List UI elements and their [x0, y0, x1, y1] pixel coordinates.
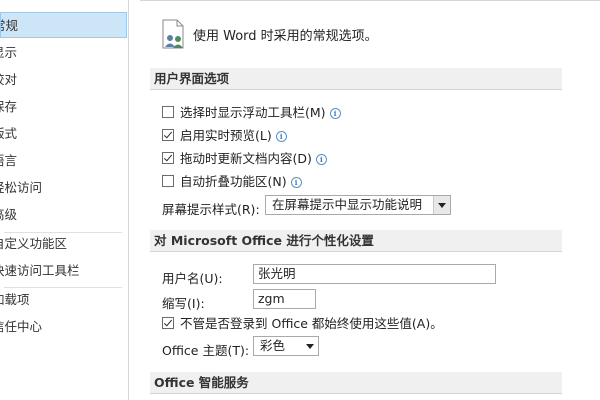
sidebar-item-label: 常规	[1, 18, 19, 33]
update-on-drag-label: 拖动时更新文档内容(D)	[180, 151, 312, 166]
collapse-ribbon-label: 自动折叠功能区(N)	[180, 174, 287, 189]
sidebar-item-advanced[interactable]: 高级	[0, 202, 127, 228]
update-on-drag-checkbox[interactable]	[162, 152, 174, 164]
options-people-icon	[162, 19, 184, 49]
sidebar-item-label: 轻松访问	[0, 180, 43, 195]
live-preview-checkbox[interactable]	[162, 129, 174, 141]
sidebar-item-label: 自定义功能区	[0, 236, 68, 251]
section-ui-options: 用户界面选项	[150, 68, 562, 90]
sidebar-item-proofing[interactable]: 校对	[0, 67, 127, 93]
screentip-style-label: 屏幕提示样式(R):	[162, 202, 260, 217]
chevron-down-icon[interactable]	[433, 196, 450, 214]
sidebar-item-label: 快速访问工具栏	[0, 263, 80, 278]
floating-toolbar-label: 选择时显示浮动工具栏(M)	[180, 105, 326, 120]
sidebar-item-label: 语言	[0, 153, 18, 168]
username-label: 用户名(U):	[162, 271, 223, 286]
office-theme-value: 彩色	[260, 338, 286, 353]
collapse-ribbon-checkbox[interactable]	[162, 175, 174, 187]
sidebar-item-trust-center[interactable]: 信任中心	[0, 314, 127, 340]
section-intelligent-services: Office 智能服务	[150, 372, 562, 394]
sidebar-item-label: 信任中心	[0, 319, 43, 334]
sidebar-item-save[interactable]: 保存	[0, 94, 127, 120]
live-preview-label: 启用实时预览(L)	[180, 128, 272, 143]
sidebar-item-language[interactable]: 语言	[0, 148, 127, 174]
always-use-checkbox[interactable]	[162, 317, 174, 329]
info-icon[interactable]: i	[290, 177, 302, 188]
screentip-style-value: 在屏幕提示中显示功能说明	[272, 197, 423, 212]
initials-label: 缩写(I):	[162, 296, 205, 311]
office-theme-label: Office 主题(T):	[162, 343, 250, 358]
sidebar-item-label: 版式	[0, 126, 18, 141]
screentip-style-dropdown[interactable]: 在屏幕提示中显示功能说明	[265, 195, 451, 215]
section-personalize: 对 Microsoft Office 进行个性化设置	[150, 230, 562, 252]
sidebar-item-general[interactable]: 常规	[0, 12, 127, 38]
top-divider	[140, 0, 600, 1]
username-input[interactable]: 张光明	[253, 264, 496, 284]
options-sidebar: 常规 显示 校对 保存 版式 语言 轻松访问 高级 自定义功能区 快速访问工具栏…	[0, 0, 129, 400]
options-main-panel: 使用 Word 时采用的常规选项。 用户界面选项 选择时显示浮动工具栏(M) i …	[140, 0, 600, 400]
floating-toolbar-checkbox[interactable]	[162, 106, 174, 118]
sidebar-item-add-ins[interactable]: 加载项	[0, 287, 127, 313]
info-icon[interactable]: i	[275, 131, 287, 142]
initials-input[interactable]: zgm	[253, 289, 316, 309]
sidebar-item-label: 保存	[0, 99, 18, 114]
always-use-label: 不管是否登录到 Office 都始终使用这些值(A)。	[180, 316, 443, 331]
info-icon[interactable]: i	[315, 154, 327, 165]
office-theme-dropdown[interactable]: 彩色	[253, 336, 319, 356]
sidebar-item-label: 校对	[0, 72, 18, 87]
sidebar-item-typography[interactable]: 版式	[0, 121, 127, 147]
sidebar-item-accessibility[interactable]: 轻松访问	[0, 175, 127, 201]
chevron-down-icon[interactable]	[302, 337, 318, 355]
header-description: 使用 Word 时采用的常规选项。	[193, 29, 378, 44]
sidebar-item-display[interactable]: 显示	[0, 40, 127, 66]
sidebar-item-label: 加载项	[0, 292, 30, 307]
sidebar-item-label: 显示	[0, 45, 18, 60]
sidebar-item-quick-access-toolbar[interactable]: 快速访问工具栏	[0, 258, 127, 284]
info-icon[interactable]: i	[329, 108, 341, 119]
sidebar-item-label: 高级	[0, 207, 18, 222]
sidebar-item-customize-ribbon[interactable]: 自定义功能区	[0, 231, 127, 257]
